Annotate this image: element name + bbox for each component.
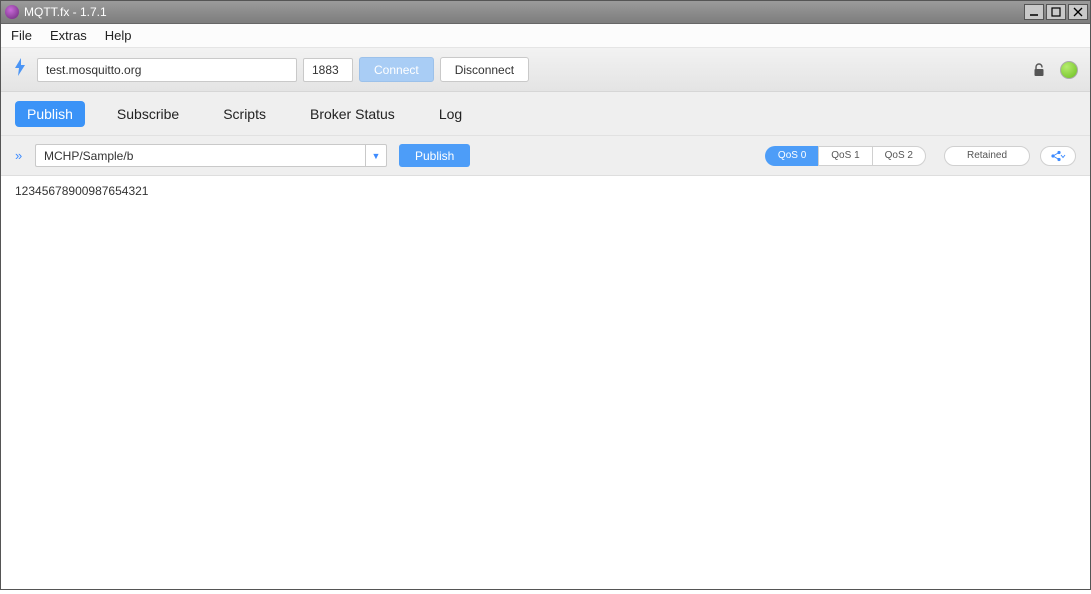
connect-button[interactable]: Connect — [359, 57, 434, 82]
menu-file[interactable]: File — [11, 28, 32, 43]
tab-subscribe[interactable]: Subscribe — [105, 101, 191, 127]
topic-input[interactable] — [35, 144, 365, 167]
qos-2-button[interactable]: QoS 2 — [872, 146, 926, 166]
menu-extras[interactable]: Extras — [50, 28, 87, 43]
tab-scripts[interactable]: Scripts — [211, 101, 278, 127]
menu-help[interactable]: Help — [105, 28, 132, 43]
close-button[interactable] — [1068, 4, 1088, 20]
window-titlebar: MQTT.fx - 1.7.1 — [1, 1, 1090, 24]
payload-textarea[interactable] — [1, 176, 1090, 589]
minimize-button[interactable] — [1024, 4, 1044, 20]
publish-toolbar: » ▼ Publish QoS 0 QoS 1 QoS 2 Retained — [1, 136, 1090, 176]
tab-bar: Publish Subscribe Scripts Broker Status … — [1, 92, 1090, 136]
menu-bar: File Extras Help — [1, 24, 1090, 48]
settings-dropdown-button[interactable] — [1040, 146, 1076, 166]
connection-bar: Connect Disconnect — [1, 48, 1090, 92]
broker-host-input[interactable] — [37, 58, 297, 82]
lock-icon[interactable] — [1030, 61, 1048, 79]
app-icon — [5, 5, 19, 19]
tab-log[interactable]: Log — [427, 101, 474, 127]
expand-icon[interactable]: » — [15, 148, 29, 163]
bolt-icon[interactable] — [13, 57, 27, 82]
topic-combo: ▼ — [35, 144, 387, 167]
qos-0-button[interactable]: QoS 0 — [765, 146, 818, 166]
qos-1-button[interactable]: QoS 1 — [818, 146, 871, 166]
connection-status-indicator — [1060, 61, 1078, 79]
retained-toggle[interactable]: Retained — [944, 146, 1030, 166]
publish-button[interactable]: Publish — [399, 144, 470, 167]
window-controls — [1024, 4, 1088, 20]
disconnect-button[interactable]: Disconnect — [440, 57, 529, 82]
broker-port-input[interactable] — [303, 58, 353, 82]
qos-selector: QoS 0 QoS 1 QoS 2 — [765, 146, 926, 166]
maximize-button[interactable] — [1046, 4, 1066, 20]
window-title: MQTT.fx - 1.7.1 — [24, 5, 1024, 19]
tab-broker-status[interactable]: Broker Status — [298, 101, 407, 127]
tab-publish[interactable]: Publish — [15, 101, 85, 127]
topic-dropdown-button[interactable]: ▼ — [365, 144, 387, 167]
